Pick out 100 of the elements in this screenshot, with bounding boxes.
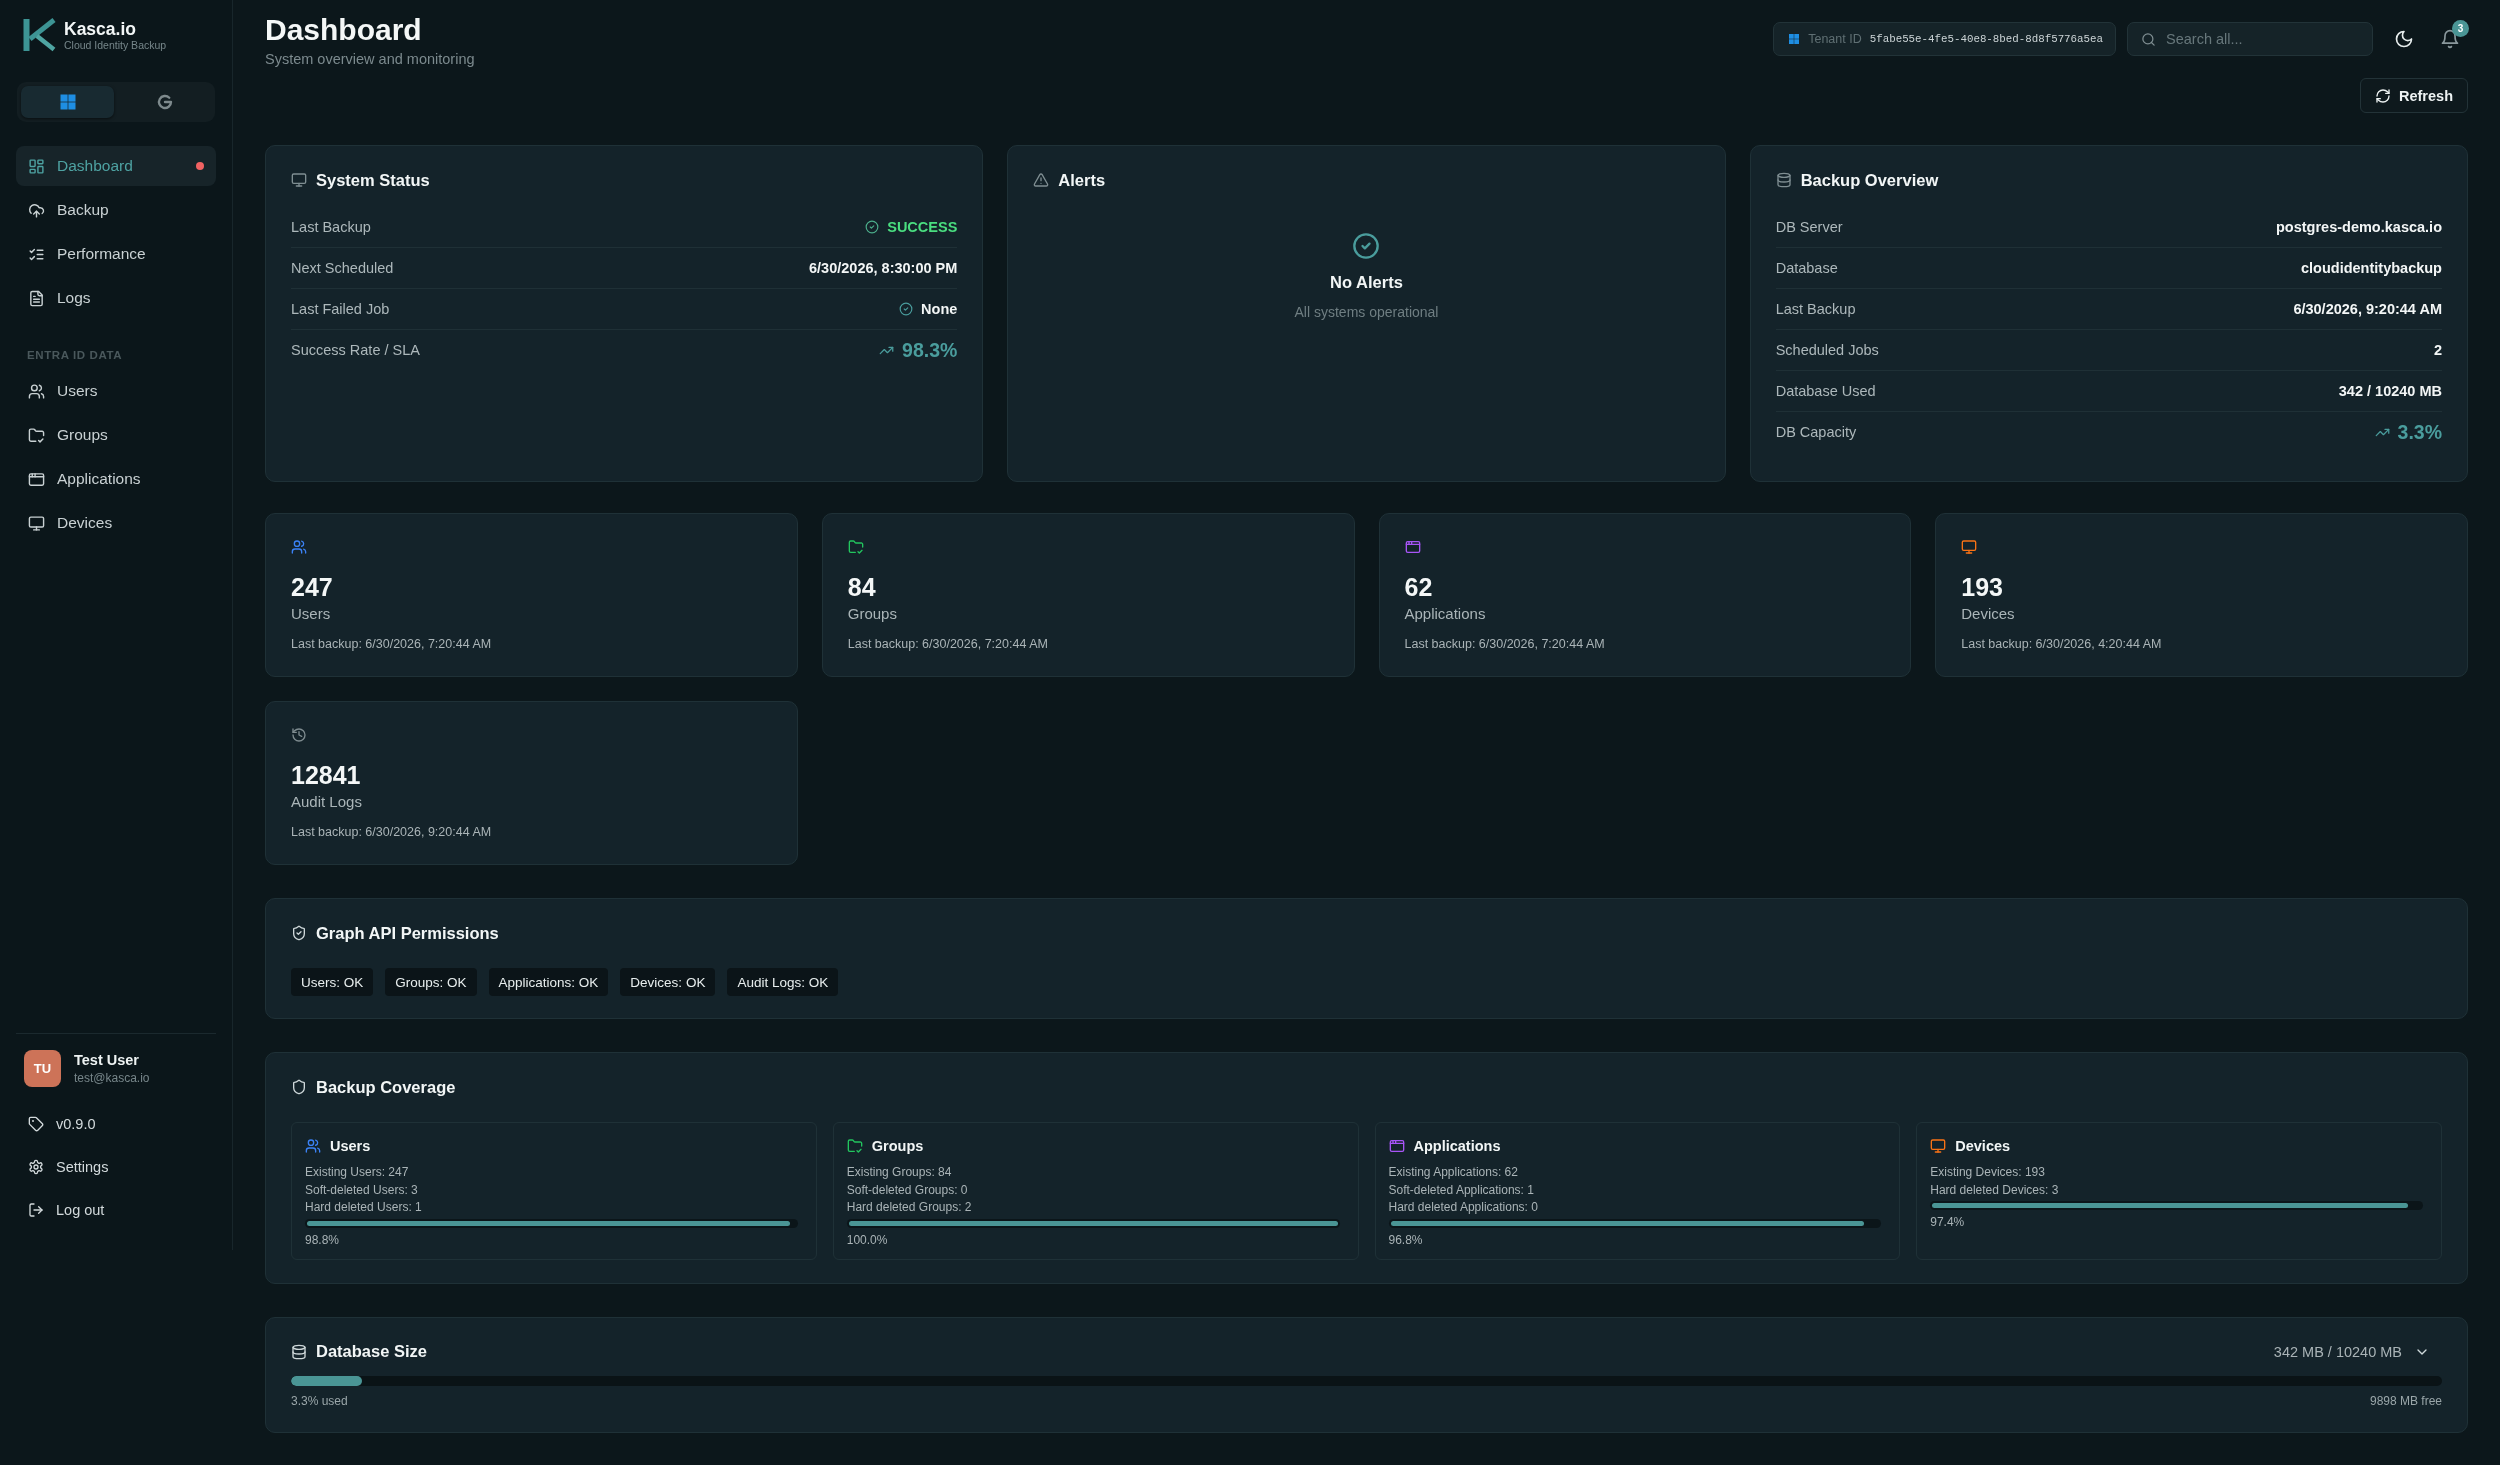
- coverage-stat: Soft-deleted Applications: 1: [1388, 1181, 1534, 1199]
- row-value: 342 / 10240 MB: [2338, 382, 2442, 401]
- coverage-percent: 96.8%: [1388, 1231, 1423, 1249]
- logout-link[interactable]: Log out: [16, 1190, 216, 1230]
- permission-status: Applications: OK: [488, 968, 609, 996]
- nav-item[interactable]: Performance: [16, 234, 216, 274]
- stat-label: Groups: [847, 604, 897, 624]
- nav-item[interactable]: Logs: [16, 278, 216, 318]
- storage-summary: 342 MB / 10240 MB: [2273, 1343, 2402, 1360]
- row-label: DB Capacity: [1775, 423, 1857, 442]
- row-value: 6/30/2026, 9:20:44 AM: [2293, 300, 2442, 319]
- section-heading: ENTRA ID DATA: [26, 348, 124, 363]
- logout-icon: [28, 1202, 44, 1218]
- settings-link[interactable]: Settings: [16, 1147, 216, 1187]
- card-title: Backup Coverage: [316, 1077, 456, 1097]
- stat-value: 62: [1404, 572, 1433, 602]
- row-label: Database: [1775, 259, 1838, 278]
- row-value: postgres-demo.kasca.io: [2276, 218, 2442, 237]
- page-subtitle: System overview and monitoring: [265, 50, 475, 68]
- row-value: 6/30/2026, 8:30:00 PM: [809, 259, 958, 278]
- nav-item[interactable]: Users: [16, 371, 216, 411]
- page-title: Dashboard: [265, 12, 423, 48]
- last-backup-text: Last backup: 6/30/2026, 4:20:44 AM: [1961, 636, 2162, 652]
- row-label: Scheduled Jobs: [1775, 341, 1879, 360]
- windows-icon: [58, 93, 77, 111]
- provider-tab[interactable]: [21, 86, 114, 118]
- last-backup-text: Last backup: 6/30/2026, 7:20:44 AM: [291, 636, 492, 652]
- coverage-title: Users: [330, 1138, 371, 1154]
- empty-text: All systems operational: [1294, 303, 1439, 321]
- stat-label: Applications: [1404, 604, 1486, 624]
- row-label: Success Rate / SLA: [291, 341, 420, 360]
- metric-value: 98.3%: [902, 340, 958, 360]
- brand-name: Kasca.io: [64, 18, 137, 39]
- coverage-stat: Existing Applications: 62: [1388, 1164, 1518, 1181]
- stat-label: Audit Logs: [291, 792, 362, 812]
- stat-value: 84: [847, 572, 876, 602]
- coverage-percent: 98.8%: [305, 1231, 340, 1249]
- permission-status: Devices: OK: [620, 968, 716, 996]
- check-circle-icon: [899, 302, 914, 316]
- user-avatar: TU: [24, 1050, 61, 1087]
- shield-icon: [291, 1079, 307, 1095]
- last-backup-text: Last backup: 6/30/2026, 9:20:44 AM: [291, 824, 492, 840]
- notification-badge: 3: [2452, 20, 2469, 37]
- user-name: Test User: [74, 1052, 140, 1068]
- document-icon: [28, 289, 45, 307]
- coverage-stat: Hard deleted Users: 1: [305, 1199, 422, 1216]
- card-title: System Status: [316, 170, 430, 190]
- users-icon: [28, 382, 45, 400]
- tenant-label: Tenant ID: [1808, 32, 1862, 46]
- status-text: SUCCESS: [887, 218, 958, 237]
- nav-item[interactable]: Applications: [16, 459, 216, 499]
- nav-item[interactable]: Backup: [16, 190, 216, 230]
- coverage-title: Groups: [871, 1138, 924, 1154]
- bell-icon[interactable]: [2440, 29, 2460, 49]
- used-text: 3.3% used: [291, 1392, 348, 1409]
- permission-status: Groups: OK: [385, 968, 477, 996]
- coverage-stat: Existing Devices: 193: [1930, 1164, 2045, 1181]
- windows-icon: [1788, 33, 1801, 45]
- logo-icon: [22, 18, 56, 52]
- moon-icon[interactable]: [2394, 29, 2414, 49]
- permission-status: Users: OK: [291, 968, 374, 996]
- monitor-icon: [28, 514, 45, 532]
- google-icon: [155, 93, 174, 111]
- coverage-stat: Hard deleted Groups: 2: [846, 1199, 972, 1216]
- nav-item[interactable]: Devices: [16, 503, 216, 543]
- version-text: v0.9.0: [16, 1104, 216, 1144]
- metric-value: 3.3%: [2397, 422, 2442, 442]
- coverage-stat: Hard deleted Applications: 0: [1388, 1199, 1538, 1216]
- stat-value: 12841: [291, 760, 361, 790]
- brand-tagline: Cloud Identity Backup: [64, 38, 167, 52]
- coverage-stat: Existing Groups: 84: [846, 1164, 952, 1181]
- card-title: Database Size: [316, 1342, 427, 1361]
- nav-item[interactable]: Groups: [16, 415, 216, 455]
- search-icon: [2141, 31, 2156, 47]
- shield-check-icon: [291, 925, 307, 941]
- card-title: Backup Overview: [1800, 170, 1939, 190]
- database-icon: [291, 1343, 307, 1360]
- coverage-title: Devices: [1955, 1138, 2011, 1154]
- tag-icon: [28, 1116, 44, 1132]
- warning-icon: [1033, 172, 1050, 188]
- last-backup-text: Last backup: 6/30/2026, 7:20:44 AM: [847, 636, 1048, 652]
- search-field[interactable]: Search all...: [2127, 22, 2373, 56]
- row-label: Last Backup: [291, 218, 371, 237]
- coverage-stat: Soft-deleted Groups: 0: [846, 1181, 968, 1199]
- refresh-button[interactable]: Refresh: [2360, 78, 2468, 113]
- card-title: Alerts: [1058, 170, 1106, 190]
- row-label: Database Used: [1775, 382, 1876, 401]
- user-email: test@kasca.io: [74, 1071, 150, 1085]
- row-label: Last Backup: [1775, 300, 1856, 319]
- stat-label: Devices: [1961, 604, 2015, 624]
- coverage-percent: 100.0%: [846, 1231, 888, 1249]
- coverage-title: Applications: [1413, 1138, 1501, 1154]
- last-backup-text: Last backup: 6/30/2026, 7:20:44 AM: [1404, 636, 1605, 652]
- nav-item[interactable]: Dashboard: [16, 146, 216, 186]
- check-circle-icon: [865, 220, 880, 234]
- settings-icon: [28, 1159, 44, 1175]
- row-value: cloudidentitybackup: [2301, 259, 2442, 278]
- row-label: DB Server: [1775, 218, 1843, 237]
- cloud-upload-icon: [28, 201, 45, 219]
- coverage-stat: Hard deleted Devices: 3: [1930, 1181, 2059, 1199]
